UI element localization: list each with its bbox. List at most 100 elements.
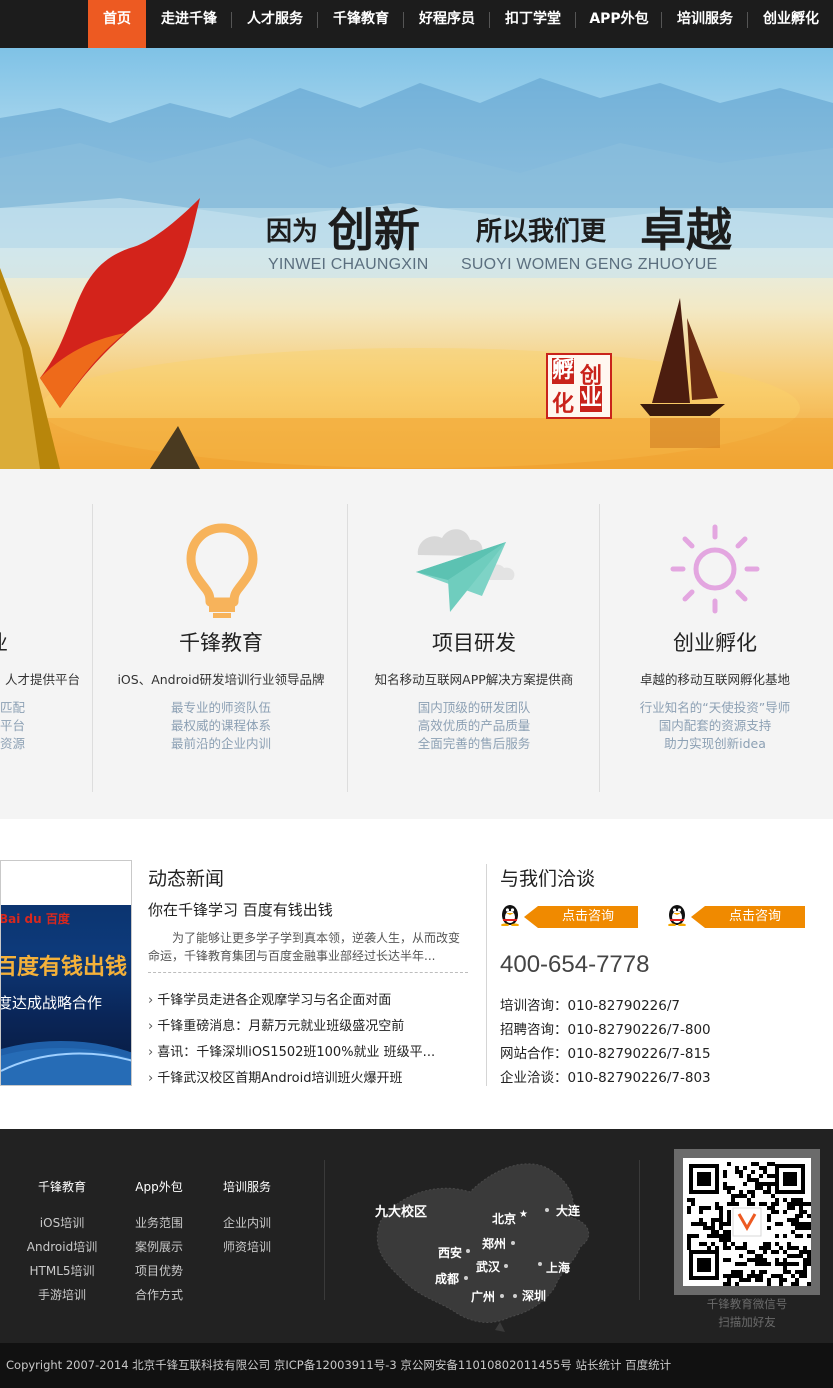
hotline-number: 400-654-7778 bbox=[500, 951, 650, 978]
contact-line: 网站合作：010-82790226/7-815 bbox=[500, 1046, 711, 1062]
map-title: 九大校区 bbox=[375, 1205, 428, 1220]
news-list-item[interactable]: › 千锋学员走进各企观摩学习与名企面对面 bbox=[148, 989, 391, 1008]
nav-item-incubation[interactable]: 创业孵化 bbox=[752, 0, 830, 48]
promo-tagline: 度达成战略合作 bbox=[0, 994, 103, 1012]
chevron-right-icon: › bbox=[148, 1071, 154, 1086]
chevron-right-icon: › bbox=[148, 1019, 154, 1034]
footer-link[interactable]: 企业内训 bbox=[207, 1214, 287, 1231]
contact-line: 招聘咨询：010-82790226/7-800 bbox=[500, 1022, 711, 1038]
feature-title: 项目研发 bbox=[432, 631, 516, 655]
map-city-dot bbox=[504, 1264, 508, 1268]
nav-separator bbox=[661, 12, 662, 28]
footer-link[interactable]: 项目优势 bbox=[119, 1262, 199, 1279]
nav-item-education[interactable]: 千锋教育 bbox=[322, 0, 400, 48]
seal-char: 孵 bbox=[552, 358, 575, 384]
nav-item-koudin[interactable]: 扣丁学堂 bbox=[494, 0, 572, 48]
footer-link[interactable]: HTML5培训 bbox=[22, 1262, 102, 1279]
map-city-dot bbox=[545, 1208, 549, 1212]
globe-graphic bbox=[1, 1041, 131, 1085]
news-heading: 动态新闻 bbox=[148, 868, 225, 890]
footer-link[interactable]: iOS培训 bbox=[22, 1214, 102, 1231]
seal-char: 化 bbox=[552, 392, 575, 417]
slogan-small-1: 因为 bbox=[266, 217, 319, 247]
consult-button[interactable]: 点击咨询 bbox=[538, 906, 638, 928]
feature-line: 行业知名的“天使投资”导师 bbox=[639, 700, 791, 715]
promo-headline: 百度有钱出钱 bbox=[0, 955, 128, 980]
seal-stamp: 创 孵 业 化 bbox=[546, 353, 612, 419]
news-list-item[interactable]: › 千锋武汉校区首期Android培训班火爆开班 bbox=[148, 1067, 402, 1086]
lightbulb-icon bbox=[186, 523, 258, 618]
news-list-item[interactable]: › 喜讯：千锋深圳iOS1502班100%就业 班级平... bbox=[148, 1041, 435, 1060]
qr-code-frame bbox=[674, 1149, 820, 1295]
footer-link[interactable]: 合作方式 bbox=[119, 1286, 199, 1303]
top-navigation: 首页 走进千锋 人才服务 千锋教育 好程序员 扣丁学堂 APP外包 培训服务 创… bbox=[0, 0, 833, 48]
qq-penguin-icon bbox=[668, 905, 686, 926]
contact-line: 企业洽谈：010-82790226/7-803 bbox=[500, 1070, 711, 1086]
feature-title: 千锋教育 bbox=[179, 631, 263, 655]
map-city-dot bbox=[500, 1294, 504, 1298]
feature-title: 业 bbox=[0, 627, 8, 657]
consult-button-arrow bbox=[691, 906, 705, 928]
chevron-right-icon: › bbox=[148, 1045, 154, 1060]
featured-news-excerpt: 为了能够让更多学子学到真本领，逆袭人生，从而改变 bbox=[172, 931, 461, 945]
feature-divider bbox=[92, 504, 93, 792]
feature-line: 国内配套的资源支持 bbox=[658, 718, 772, 733]
feature-title: 创业孵化 bbox=[673, 631, 757, 655]
sun-icon bbox=[670, 524, 760, 614]
hero-banner[interactable]: 创 孵 业 化 因为 创新 所以我们更 卓越 YINWEI CHAUNGXIN … bbox=[0, 48, 833, 469]
slogan-pinyin-2: SUOYI WOMEN GENG ZHUOYUE bbox=[461, 256, 718, 273]
nav-item-talent[interactable]: 人才服务 bbox=[236, 0, 314, 48]
consult-button[interactable]: 点击咨询 bbox=[705, 906, 805, 928]
map-city-dot bbox=[511, 1241, 515, 1245]
contact-heading: 与我们洽谈 bbox=[500, 868, 596, 890]
map-city-dot bbox=[464, 1276, 468, 1280]
map-city-label: 深圳 bbox=[522, 1289, 547, 1303]
feature-subtitle: 卓越的移动互联网孵化基地 bbox=[639, 672, 790, 687]
footer-divider bbox=[324, 1160, 325, 1300]
footer-divider bbox=[639, 1160, 640, 1300]
map-city-dot bbox=[513, 1294, 517, 1298]
paper-plane-icon bbox=[416, 529, 515, 612]
nav-item-training[interactable]: 培训服务 bbox=[666, 0, 744, 48]
feature-divider bbox=[347, 504, 348, 792]
map-city-label: 武汉 bbox=[476, 1260, 501, 1274]
promo-banner-image[interactable]: Bai du 百度 百度有钱出钱 度达成战略合作 bbox=[0, 860, 132, 1086]
news-divider bbox=[148, 972, 468, 973]
footer-link[interactable]: 业务范围 bbox=[119, 1214, 199, 1231]
contact-line: 培训咨询：010-82790226/7 bbox=[500, 998, 680, 1014]
footer-link[interactable]: 师资培训 bbox=[207, 1238, 287, 1255]
copyright-bar: Copyright 2007-2014 北京千锋互联科技有限公司 京ICP备12… bbox=[0, 1343, 833, 1388]
capital-star-icon: ★ bbox=[519, 1209, 528, 1220]
feature-line: 高效优质的产品质量 bbox=[417, 718, 531, 733]
news-list-item[interactable]: › 千锋重磅消息：月薪万元就业班级盛况空前 bbox=[148, 1015, 404, 1034]
map-city-dot bbox=[466, 1249, 470, 1253]
footer-link[interactable]: Android培训 bbox=[22, 1238, 102, 1255]
nav-item-about[interactable]: 走进千锋 bbox=[150, 0, 228, 48]
map-city-label: 广州 bbox=[471, 1290, 496, 1304]
slogan-pinyin-1: YINWEI CHAUNGXIN bbox=[268, 256, 429, 273]
nav-separator bbox=[231, 12, 232, 28]
map-city-label: 上海 bbox=[546, 1261, 571, 1275]
map-city-label: 大连 bbox=[556, 1204, 581, 1218]
featured-news-title[interactable]: 你在千锋学习 百度有钱出钱 bbox=[148, 899, 333, 920]
qr-code bbox=[683, 1158, 811, 1286]
feature-line: 助力实现创新idea bbox=[664, 736, 766, 751]
qq-penguin-icon bbox=[501, 905, 519, 926]
nav-separator bbox=[575, 12, 576, 28]
footer-link[interactable]: 手游培训 bbox=[22, 1286, 102, 1303]
nav-item-good-programmer[interactable]: 好程序员 bbox=[408, 0, 486, 48]
feature-line: 最专业的师资队伍 bbox=[170, 700, 271, 715]
slogan-big-2: 卓越 bbox=[640, 203, 732, 257]
footer-column-heading: 培训服务 bbox=[222, 1180, 271, 1194]
feature-subtitle: 知名移动互联网APP解决方案提供商 bbox=[374, 672, 574, 687]
nav-separator bbox=[747, 12, 748, 28]
nav-separator bbox=[403, 12, 404, 28]
feature-subtitle: iOS、Android研发培训行业领导品牌 bbox=[117, 672, 325, 687]
seal-char: 业 bbox=[580, 386, 603, 412]
nav-item-home[interactable]: 首页 bbox=[88, 0, 146, 48]
feature-line: 资源 bbox=[0, 736, 25, 751]
footer-link[interactable]: 案例展示 bbox=[119, 1238, 199, 1255]
chevron-right-icon: › bbox=[148, 993, 154, 1008]
nav-item-app-outsourcing[interactable]: APP外包 bbox=[580, 0, 658, 48]
baidu-logo: Bai du 百度 bbox=[0, 912, 70, 926]
